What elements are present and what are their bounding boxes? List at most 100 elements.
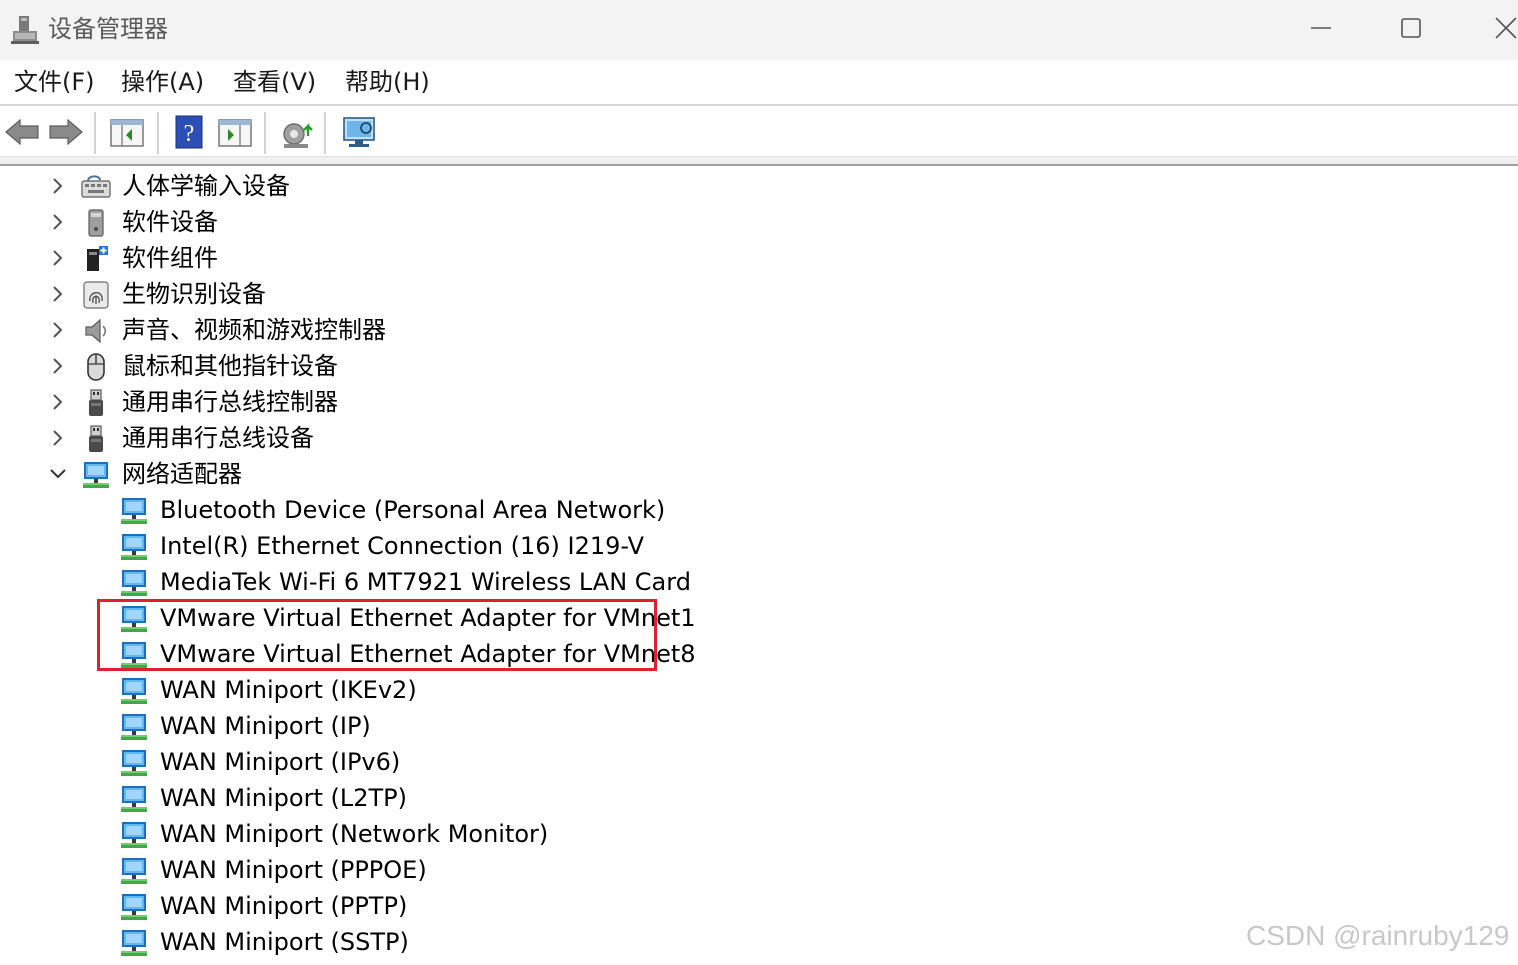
show-action-pane-button[interactable] (216, 114, 256, 150)
tree-device-label[interactable]: VMware Virtual Ethernet Adapter for VMne… (160, 601, 696, 635)
device-manager-icon (11, 16, 39, 44)
network-adapter-icon (118, 891, 150, 923)
tree-device-label[interactable]: WAN Miniport (IKEv2) (160, 673, 417, 707)
update-driver-icon (283, 123, 313, 148)
tree-category[interactable]: 通用串行总线设备 (0, 420, 1518, 456)
forward-button[interactable] (46, 114, 86, 150)
help-button[interactable]: ? (170, 114, 210, 150)
tree-category-label[interactable]: 网络适配器 (122, 457, 242, 491)
tree-category[interactable]: 软件设备 (0, 204, 1518, 240)
software-device-icon (80, 207, 112, 239)
back-button[interactable] (2, 114, 42, 150)
tree-category-label[interactable]: 声音、视频和游戏控制器 (122, 313, 386, 347)
title-bar: 设备管理器 (0, 0, 1518, 60)
tree-device-label[interactable]: Intel(R) Ethernet Connection (16) I219-V (160, 529, 644, 563)
close-button[interactable] (1460, 0, 1518, 56)
software-component-icon (80, 243, 112, 275)
toolbar: ? (0, 106, 1518, 156)
tree-device-label[interactable]: WAN Miniport (IP) (160, 709, 371, 743)
tree-category[interactable]: 网络适配器 (0, 456, 1518, 492)
chevron-right-icon[interactable] (48, 176, 68, 196)
tree-device-label[interactable]: WAN Miniport (PPPOE) (160, 853, 427, 887)
tree-device-label[interactable]: WAN Miniport (PPTP) (160, 889, 407, 923)
update-driver-button[interactable] (278, 114, 318, 150)
menu-file[interactable]: 文件(F) (14, 66, 95, 98)
close-icon (1495, 17, 1517, 39)
chevron-down-icon[interactable] (48, 464, 68, 484)
maximize-icon (1401, 18, 1421, 38)
hid-icon (80, 171, 112, 203)
chevron-right-icon[interactable] (48, 212, 68, 232)
tree-device-label[interactable]: MediaTek Wi-Fi 6 MT7921 Wireless LAN Car… (160, 565, 691, 599)
tree-category-label[interactable]: 人体学输入设备 (122, 169, 290, 203)
menu-action[interactable]: 操作(A) (121, 66, 204, 98)
menu-bar: 文件(F) 操作(A) 查看(V) 帮助(H) (0, 60, 1518, 106)
tree-category[interactable]: 生物识别设备 (0, 276, 1518, 312)
network-adapter-icon (118, 495, 150, 527)
tree-device-label[interactable]: Bluetooth Device (Personal Area Network) (160, 493, 665, 527)
show-hide-console-tree-button[interactable] (108, 114, 148, 150)
tree-device[interactable]: MediaTek Wi-Fi 6 MT7921 Wireless LAN Car… (0, 564, 1518, 600)
tree-category-label[interactable]: 通用串行总线设备 (122, 421, 314, 455)
network-adapter-icon (118, 639, 150, 671)
tree-category[interactable]: 声音、视频和游戏控制器 (0, 312, 1518, 348)
toolbar-separator (157, 112, 159, 154)
tree-category[interactable]: 软件组件 (0, 240, 1518, 276)
tree-device[interactable]: WAN Miniport (PPPOE) (0, 852, 1518, 888)
tree-device[interactable]: Intel(R) Ethernet Connection (16) I219-V (0, 528, 1518, 564)
tree-device[interactable]: WAN Miniport (IPv6) (0, 744, 1518, 780)
chevron-right-icon[interactable] (48, 392, 68, 412)
minimize-icon (1311, 27, 1331, 29)
toolbar-separator (264, 112, 266, 154)
menu-view[interactable]: 查看(V) (233, 66, 316, 98)
minimize-button[interactable] (1276, 0, 1366, 56)
tree-device-label[interactable]: WAN Miniport (L2TP) (160, 781, 407, 815)
network-adapter-icon (118, 747, 150, 779)
chevron-right-icon[interactable] (48, 356, 68, 376)
menu-help[interactable]: 帮助(H) (345, 66, 430, 98)
tree-device[interactable]: WAN Miniport (Network Monitor) (0, 816, 1518, 852)
tree-device-label[interactable]: WAN Miniport (Network Monitor) (160, 817, 548, 851)
usb-icon (80, 387, 112, 419)
tree-category[interactable]: 鼠标和其他指针设备 (0, 348, 1518, 384)
network-adapter-icon (118, 603, 150, 635)
tree-device[interactable]: WAN Miniport (L2TP) (0, 780, 1518, 816)
tree-category[interactable]: 人体学输入设备 (0, 168, 1518, 204)
network-adapter-icon (80, 459, 112, 491)
toolbar-separator (324, 112, 326, 154)
tree-device[interactable]: VMware Virtual Ethernet Adapter for VMne… (0, 636, 1518, 672)
maximize-button[interactable] (1366, 0, 1456, 56)
tree-device-label[interactable]: WAN Miniport (SSTP) (160, 925, 409, 959)
tree-device[interactable]: WAN Miniport (PPTP) (0, 888, 1518, 924)
scan-hardware-button[interactable] (340, 114, 380, 150)
tree-device-label[interactable]: WAN Miniport (IPv6) (160, 745, 400, 779)
mouse-icon (80, 351, 112, 383)
network-adapter-icon (118, 927, 150, 959)
tree-category-label[interactable]: 鼠标和其他指针设备 (122, 349, 338, 383)
monitor-scan-icon (343, 117, 375, 147)
watermark: CSDN @rainruby129 (1246, 920, 1510, 951)
tree-device[interactable]: WAN Miniport (IKEv2) (0, 672, 1518, 708)
tree-device-label[interactable]: VMware Virtual Ethernet Adapter for VMne… (160, 637, 696, 671)
tree-category-label[interactable]: 生物识别设备 (122, 277, 266, 311)
arrow-right-icon (49, 118, 83, 146)
svg-text:?: ? (184, 121, 195, 147)
action-pane-icon (218, 119, 252, 147)
network-adapter-icon (118, 819, 150, 851)
usb-icon (80, 423, 112, 455)
network-adapter-icon (118, 783, 150, 815)
chevron-right-icon[interactable] (48, 428, 68, 448)
chevron-right-icon[interactable] (48, 248, 68, 268)
tree-device[interactable]: VMware Virtual Ethernet Adapter for VMne… (0, 600, 1518, 636)
tree-category-label[interactable]: 通用串行总线控制器 (122, 385, 338, 419)
tree-category[interactable]: 通用串行总线控制器 (0, 384, 1518, 420)
network-adapter-icon (118, 711, 150, 743)
chevron-right-icon[interactable] (48, 320, 68, 340)
tree-device[interactable]: Bluetooth Device (Personal Area Network) (0, 492, 1518, 528)
chevron-right-icon[interactable] (48, 284, 68, 304)
network-adapter-icon (118, 855, 150, 887)
tree-category-label[interactable]: 软件组件 (122, 241, 218, 275)
console-tree-icon (110, 119, 144, 147)
tree-device[interactable]: WAN Miniport (IP) (0, 708, 1518, 744)
tree-category-label[interactable]: 软件设备 (122, 205, 218, 239)
